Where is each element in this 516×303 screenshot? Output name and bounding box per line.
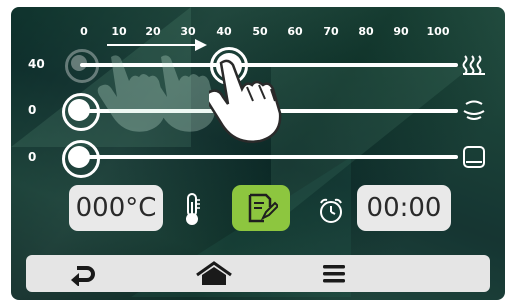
frame: 0 10 20 30 40 50 60 70 80 90 100 40 0 0 (0, 0, 516, 303)
thermometer-icon (186, 193, 200, 225)
back-arrow-icon (71, 265, 95, 286)
slider-thumb-bottom-heat[interactable] (68, 146, 90, 168)
scale: 0 10 20 30 40 50 60 70 80 90 100 (11, 25, 505, 41)
row-label-top-heat: 40 (28, 57, 45, 71)
bottom-navbar (26, 255, 490, 292)
slider-ghost-knob (71, 55, 87, 71)
row-label-steam: 0 (28, 103, 37, 117)
alarm-clock-icon (320, 198, 342, 223)
home-button[interactable] (184, 255, 244, 292)
scale-tick: 30 (180, 25, 196, 38)
row-label-bottom-heat: 0 (28, 150, 37, 164)
swipe-hand-icon (209, 59, 282, 143)
slider-thumb-steam[interactable] (68, 99, 90, 121)
temperature-display[interactable]: 000°C (69, 185, 163, 231)
edit-button[interactable] (232, 185, 290, 231)
scale-tick: 90 (393, 25, 409, 38)
scale-tick: 20 (145, 25, 161, 38)
scale-tick: 70 (323, 25, 339, 38)
scale-tick: 50 (252, 25, 268, 38)
scale-tick: 60 (287, 25, 303, 38)
scale-tick: 0 (80, 25, 88, 38)
slider-track-bottom-heat[interactable] (80, 155, 458, 159)
menu-button[interactable] (304, 255, 364, 292)
edit-note-icon (248, 193, 278, 223)
bottom-heat-icon (463, 146, 485, 168)
scale-tick: 10 (111, 25, 127, 38)
timer-value: 00:00 (366, 193, 442, 223)
temperature-value: 000°C (75, 193, 157, 223)
menu-icon (323, 264, 345, 282)
timer-display[interactable]: 00:00 (357, 185, 451, 231)
oven-control-screen: 0 10 20 30 40 50 60 70 80 90 100 40 0 0 (11, 7, 505, 300)
scale-tick: 100 (426, 25, 450, 38)
steam-icon (463, 100, 485, 120)
top-heat-icon (462, 55, 485, 75)
back-button[interactable] (52, 255, 112, 292)
swipe-arrow (107, 44, 199, 46)
scale-tick: 40 (216, 25, 232, 38)
scale-tick: 80 (358, 25, 374, 38)
home-icon (196, 260, 232, 285)
